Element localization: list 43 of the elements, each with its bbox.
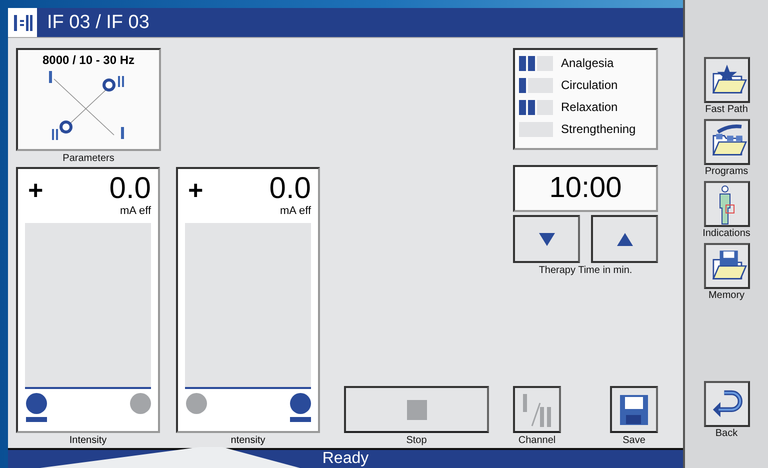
programs-button[interactable] [704, 119, 750, 165]
intensity-value: 0.0 [269, 173, 311, 205]
indication-name: Circulation [561, 78, 618, 92]
increase-time-button[interactable] [591, 215, 658, 263]
save-label: Save [622, 435, 646, 448]
unit-label: mA eff [280, 205, 311, 217]
parameters-label: Parameters [62, 153, 116, 166]
unit-label: mA eff [120, 205, 151, 217]
intensity-label: ntensity [230, 435, 266, 448]
electrode-icon[interactable] [25, 393, 47, 425]
indications-label: Indications [702, 228, 750, 239]
memory-label: Memory [708, 290, 745, 301]
decrease-time-button[interactable] [513, 215, 580, 263]
indication-name: Relaxation [561, 100, 618, 114]
save-button[interactable] [610, 386, 658, 433]
up-triangle-icon [616, 232, 632, 246]
parameters-button[interactable]: 8000 / 10 - 30 Hz [16, 48, 161, 151]
stop-label: Stop [406, 435, 427, 448]
frequency-label: 8000 / 10 - 30 Hz [42, 53, 135, 67]
body-figure-icon [717, 184, 736, 224]
window-title: IF 03 / IF 03 [47, 12, 150, 34]
indications-button[interactable] [704, 181, 750, 227]
back-label: Back [715, 428, 738, 439]
memory-button[interactable] [704, 243, 750, 289]
stop-icon [406, 400, 426, 420]
programs-label: Programs [704, 166, 748, 177]
polarity-sign: + [188, 177, 204, 203]
channel-label: Channel [518, 435, 556, 448]
down-triangle-icon [538, 232, 554, 246]
intensity-label: Intensity [69, 435, 107, 448]
indication-name: Analgesia [561, 56, 614, 70]
polarity-sign: + [28, 177, 44, 203]
back-button[interactable] [704, 381, 750, 427]
indication-name: Strengthening [561, 122, 636, 136]
therapy-time-display: 10:00 [513, 165, 658, 212]
fast-path-label: Fast Path [705, 104, 748, 115]
therapy-time-label: Therapy Time in min. [538, 265, 634, 278]
back-arrow-icon [710, 389, 742, 419]
fast-path-button[interactable] [704, 57, 750, 103]
app-logo-icon [12, 14, 32, 32]
electrode-icon[interactable] [289, 393, 311, 425]
intensity-value: 0.0 [109, 173, 151, 205]
channel-switch-icon [522, 392, 552, 426]
